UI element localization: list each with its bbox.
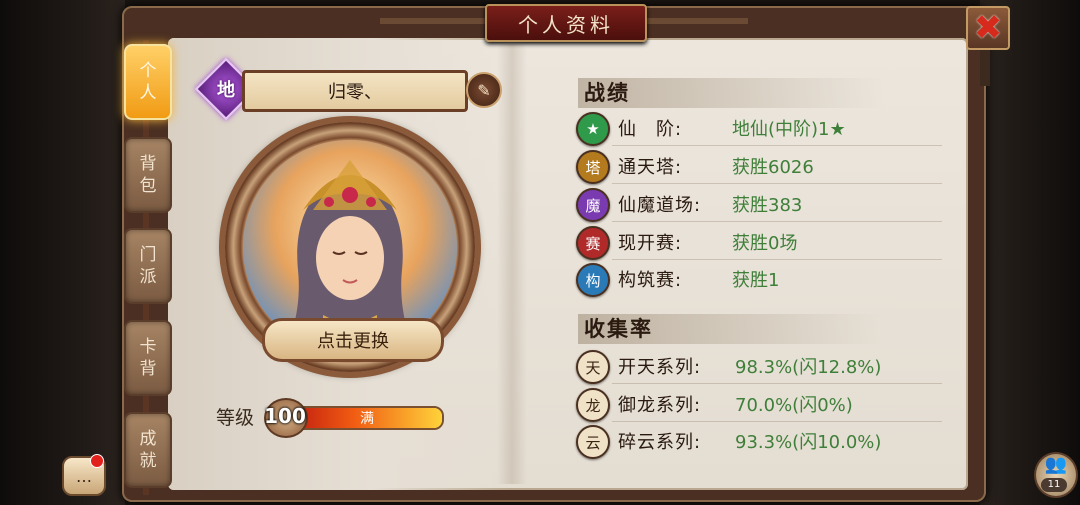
record-label: 仙 阶: <box>618 119 683 140</box>
background-left <box>0 0 125 505</box>
tab-card-back[interactable]: 卡 背 <box>124 320 172 396</box>
collection-label: 开天系列: <box>618 357 702 378</box>
row-divider <box>612 145 942 146</box>
row-divider <box>612 183 942 184</box>
collection-row-suiyun: 云 碎云系列: 93.3%(闪10.0%) <box>574 425 944 459</box>
change-portrait-button[interactable]: 点击更换 <box>262 318 444 362</box>
collection-value: 70.0%(闪0%) <box>735 395 853 416</box>
dragon-series-icon: 龙 <box>576 388 610 422</box>
tab-label: 派 <box>139 267 157 287</box>
record-row-tower: 塔 通天塔: 获胜6026 <box>574 150 944 184</box>
record-row-open-match: 赛 现开赛: 获胜0场 <box>574 226 944 260</box>
edit-name-button[interactable]: ✎ <box>466 72 502 108</box>
row-divider <box>612 259 942 260</box>
match-icon: 赛 <box>576 226 610 260</box>
record-value: 获胜0场 <box>732 233 798 254</box>
tab-sect[interactable]: 门 派 <box>124 228 172 304</box>
record-section-title: 战绩 <box>578 78 884 108</box>
collection-label: 碎云系列: <box>618 432 702 453</box>
kaitian-series-icon: 天 <box>576 350 610 384</box>
page-title: 个人资料 <box>485 4 647 42</box>
row-divider <box>612 383 942 384</box>
record-label: 仙魔道场: <box>618 195 702 216</box>
title-wing-right <box>643 18 748 24</box>
tab-label: 成 <box>139 429 157 449</box>
tab-achievement[interactable]: 成 就 <box>124 412 172 488</box>
collection-row-kaitian: 天 开天系列: 98.3%(闪12.8%) <box>574 350 944 384</box>
tab-label: 卡 <box>139 337 157 357</box>
tower-icon: 塔 <box>576 150 610 184</box>
construct-icon: 构 <box>576 263 610 297</box>
edit-icon: ✎ <box>477 80 491 100</box>
record-label: 通天塔: <box>618 157 683 178</box>
collection-label: 御龙系列: <box>618 395 702 416</box>
tab-label: 个 <box>139 61 157 81</box>
row-divider <box>612 421 942 422</box>
level-value: 100 <box>264 404 306 428</box>
tab-backpack[interactable]: 背 包 <box>124 137 172 213</box>
tab-label: 就 <box>139 451 157 471</box>
friends-count-badge: 11 <box>1041 478 1067 492</box>
record-value: 地仙(中阶)1★ <box>732 119 846 140</box>
record-row-construct-match: 构 构筑赛: 获胜1 <box>574 263 944 297</box>
collection-value: 98.3%(闪12.8%) <box>735 357 882 378</box>
tab-label: 背 <box>139 154 157 174</box>
player-name: 归零、 <box>242 70 468 112</box>
close-button[interactable]: ✖ <box>966 6 1010 50</box>
tab-label: 人 <box>139 83 157 103</box>
chat-icon: … <box>76 466 92 486</box>
collection-value: 93.3%(闪10.0%) <box>735 432 882 453</box>
record-label: 现开赛: <box>618 233 683 254</box>
tab-personal[interactable]: 个 人 <box>124 44 172 120</box>
demon-icon: 魔 <box>576 188 610 222</box>
close-button-post <box>980 46 990 86</box>
column-divider <box>497 44 527 484</box>
record-row-rank: ★ 仙 阶: 地仙(中阶)1★ <box>574 112 944 146</box>
level-bar-text: 满 <box>360 411 374 427</box>
tab-label: 背 <box>139 359 157 379</box>
collection-section-title: 收集率 <box>578 314 884 344</box>
tab-label: 门 <box>139 245 157 265</box>
collection-row-yulong: 龙 御龙系列: 70.0%(闪0%) <box>574 388 944 422</box>
star-icon: ★ <box>576 112 610 146</box>
record-value: 获胜383 <box>732 195 803 216</box>
record-value: 获胜1 <box>732 270 780 291</box>
notification-dot <box>90 454 104 468</box>
friends-icon: 👥 <box>1044 454 1068 475</box>
record-row-arena: 魔 仙魔道场: 获胜383 <box>574 188 944 222</box>
row-divider <box>612 221 942 222</box>
background-right <box>980 0 1080 505</box>
tab-label: 包 <box>139 176 157 196</box>
title-wing-left <box>380 18 485 24</box>
close-icon: ✖ <box>973 8 1003 48</box>
level-label: 等级 <box>216 407 255 429</box>
cloud-series-icon: 云 <box>576 425 610 459</box>
record-label: 构筑赛: <box>618 270 683 291</box>
record-value: 获胜6026 <box>732 157 814 178</box>
